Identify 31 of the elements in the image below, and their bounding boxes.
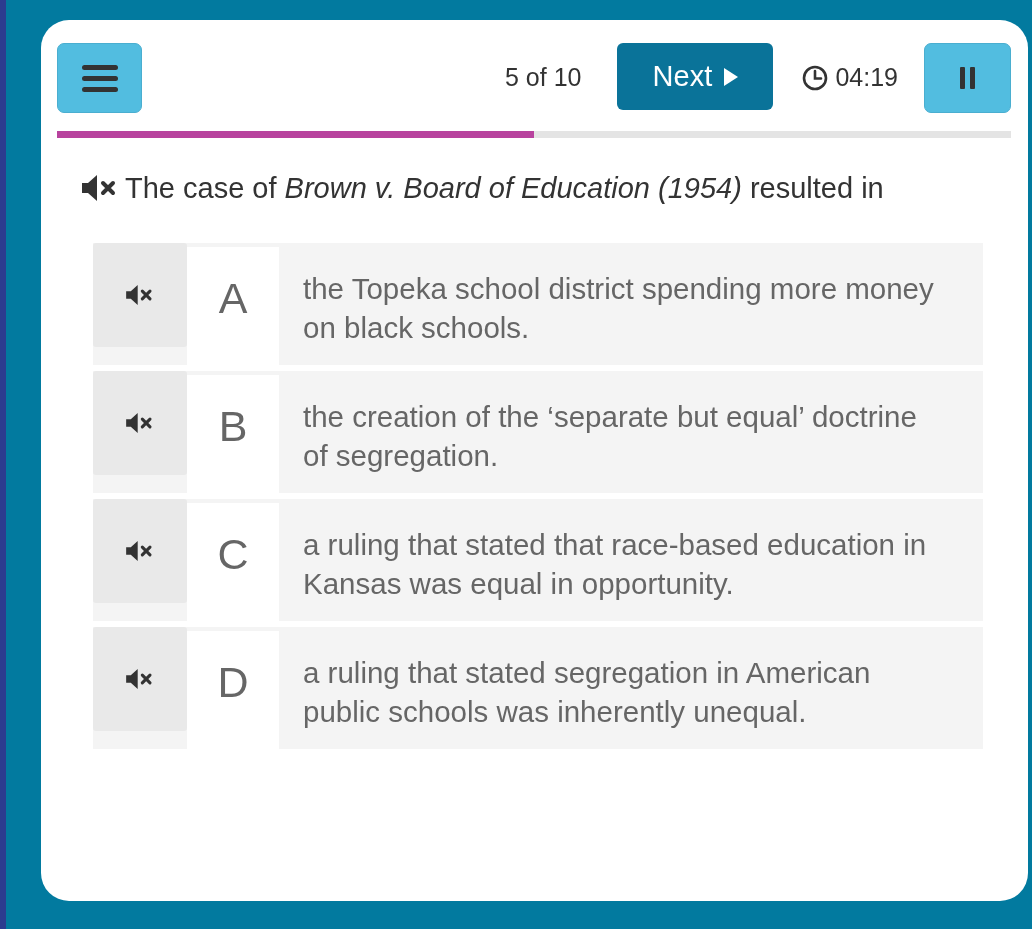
next-button[interactable]: Next (617, 43, 774, 110)
answer-text: a ruling that stated that race-based education in Kansas was equal in opportunity. (303, 527, 928, 602)
answer-text: the Topeka school district spending more money on black schools. (303, 271, 935, 346)
clock-icon (802, 65, 829, 91)
answer-option[interactable]: B the creation of the ‘separate but equal’ doctrine of segregation. (93, 371, 983, 493)
audio-button[interactable] (93, 371, 187, 475)
audio-button[interactable] (93, 627, 187, 731)
answer-letter: B (187, 375, 279, 493)
menu-button[interactable] (57, 43, 142, 113)
timer-text: 04:19 (835, 62, 898, 94)
play-triangle-icon (724, 67, 739, 86)
answer-option[interactable]: C a ruling that stated that race-based education in Kansas was equal in opportunity. (93, 499, 983, 621)
audio-button[interactable] (93, 243, 187, 347)
mute-icon (82, 175, 118, 201)
answer-option[interactable]: A the Topeka school district spending more money on black schools. (93, 243, 983, 365)
audio-button[interactable] (93, 499, 187, 603)
answer-letter: A (187, 247, 279, 365)
answer-text: the creation of the ‘separate but equal’ doctrine of segregation. (303, 399, 918, 474)
answer-letter: C (187, 503, 279, 621)
pause-button[interactable] (924, 43, 1011, 113)
answer-letter: D (187, 631, 279, 749)
mute-icon (126, 669, 154, 689)
mute-icon (126, 285, 154, 305)
answer-text: a ruling that stated segregation in American public schools was inherently unequal. (303, 655, 872, 730)
question-text: The case of Brown v. Board of Education (1954) resulted in (125, 171, 884, 205)
question-counter: 5 of 10 (505, 62, 582, 94)
mute-icon (126, 541, 154, 561)
menu-icon (81, 64, 118, 92)
answer-option[interactable]: D a ruling that stated segregation in American public schools was inherently unequal. (93, 627, 983, 749)
mute-icon (126, 413, 154, 433)
pause-icon (960, 67, 975, 89)
